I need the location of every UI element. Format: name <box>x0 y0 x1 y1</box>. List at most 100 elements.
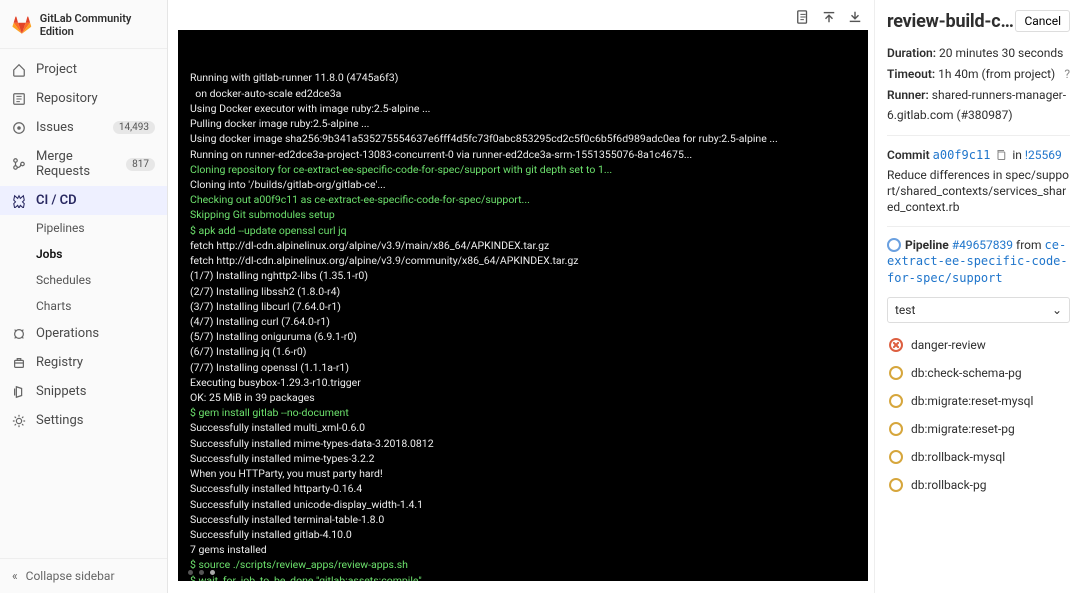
raw-log-icon[interactable] <box>796 10 810 24</box>
commit-label: Commit <box>887 148 930 162</box>
commit-sha-link[interactable]: a00f9c11 <box>933 148 991 162</box>
terminal-line: $ gem install gitlab --no-document <box>190 405 856 420</box>
terminal-line: Checking out a00f9c11 as ce-extract-ee-s… <box>190 192 856 207</box>
sidebar-subitem-jobs[interactable]: Jobs <box>36 241 167 267</box>
sidebar-item-operations[interactable]: Operations <box>0 319 167 348</box>
chevron-down-icon: ⌄ <box>1052 303 1062 317</box>
pipeline-id-link[interactable]: #49657839 <box>952 238 1013 252</box>
sidebar: GitLab Community Edition Project Reposito… <box>0 0 168 593</box>
terminal-line: fetch http://dl-cdn.alpinelinux.org/alpi… <box>190 238 856 253</box>
terminal-line: $ source ./scripts/review_apps/review-ap… <box>190 557 856 572</box>
terminal-line: When you HTTParty, you must party hard! <box>190 466 856 481</box>
job-item[interactable]: db:rollback-pg <box>887 471 1070 499</box>
sidebar-subitem-pipelines[interactable]: Pipelines <box>36 215 167 241</box>
job-status-icon <box>889 450 903 464</box>
nav-icon <box>12 414 26 428</box>
job-name: db:migrate:reset-pg <box>911 422 1015 436</box>
carousel-dots <box>188 570 215 575</box>
job-title: review-build-cng <box>887 11 1015 32</box>
job-name: danger-review <box>911 338 986 352</box>
collapse-sidebar-button[interactable]: « Collapse sidebar <box>0 558 167 593</box>
nav-icon <box>12 63 26 77</box>
sidebar-badge: 14,493 <box>113 121 155 134</box>
job-item[interactable]: db:check-schema-pg <box>887 359 1070 387</box>
job-name: db:rollback-pg <box>911 478 986 492</box>
pipeline-label: Pipeline <box>905 238 949 252</box>
sidebar-item-project[interactable]: Project <box>0 55 167 84</box>
job-item[interactable]: db:migrate:reset-mysql <box>887 387 1070 415</box>
terminal-line: (7/7) Installing openssl (1.1.1a-r1) <box>190 360 856 375</box>
terminal-line: Successfully installed mime-types-3.2.2 <box>190 451 856 466</box>
job-item[interactable]: db:migrate:reset-pg <box>887 415 1070 443</box>
sidebar-badge: 817 <box>126 158 155 171</box>
cancel-button[interactable]: Cancel <box>1015 10 1070 32</box>
terminal-line: Using docker image sha256:9b341a53527555… <box>190 131 856 146</box>
terminal-line: (3/7) Installing libcurl (7.64.0-r1) <box>190 299 856 314</box>
timeout-help-icon[interactable]: ? <box>1064 65 1070 84</box>
terminal-line: Successfully installed unicode-display_w… <box>190 497 856 512</box>
stage-selected: test <box>895 303 915 317</box>
sidebar-header: GitLab Community Edition <box>0 0 167 49</box>
terminal-line: Successfully installed mime-types-data-3… <box>190 436 856 451</box>
sidebar-subitem-charts[interactable]: Charts <box>36 293 167 319</box>
terminal-line: $ apk add --update openssl curl jq <box>190 223 856 238</box>
sidebar-item-registry[interactable]: Registry <box>0 348 167 377</box>
terminal-line: Successfully installed multi_xml-0.6.0 <box>190 420 856 435</box>
sidebar-subitem-schedules[interactable]: Schedules <box>36 267 167 293</box>
sidebar-item-label: Merge Requests <box>36 149 116 179</box>
terminal-output[interactable]: Running with gitlab-runner 11.8.0 (4745a… <box>178 30 868 581</box>
runner-label: Runner: <box>887 88 929 102</box>
job-status-icon <box>889 394 903 408</box>
terminal-line: Cloning into '/builds/gitlab-org/gitlab-… <box>190 177 856 192</box>
pipeline-from: from <box>1016 238 1042 252</box>
terminal-line: Successfully installed gitlab-4.10.0 <box>190 527 856 542</box>
terminal-line: Pulling docker image ruby:2.5-alpine ... <box>190 116 856 131</box>
sidebar-item-label: Operations <box>36 326 99 341</box>
duration-label: Duration: <box>887 46 936 60</box>
terminal-line: Executing busybox-1.29.3-r10.trigger <box>190 375 856 390</box>
terminal-line: Successfully installed terminal-table-1.… <box>190 512 856 527</box>
terminal-line: Running on runner-ed2dce3a-project-13083… <box>190 147 856 162</box>
terminal-toolbar <box>178 10 868 30</box>
stage-selector[interactable]: test ⌄ <box>887 297 1070 323</box>
job-item[interactable]: db:rollback-mysql <box>887 443 1070 471</box>
terminal-line: on docker-auto-scale ed2dce3a <box>190 86 856 101</box>
terminal-line: (4/7) Installing curl (7.64.0-r1) <box>190 314 856 329</box>
job-status-icon <box>889 478 903 492</box>
terminal-line: (6/7) Installing jq (1.6-r0) <box>190 344 856 359</box>
pipeline-status-icon <box>887 238 901 252</box>
sidebar-item-repository[interactable]: Repository <box>0 84 167 113</box>
timeout-value: 1h 40m (from project) <box>938 67 1055 81</box>
job-name: db:migrate:reset-mysql <box>911 394 1033 408</box>
scroll-bottom-icon[interactable] <box>848 10 862 24</box>
duration-value: 20 minutes 30 seconds <box>939 46 1063 60</box>
job-name: db:check-schema-pg <box>911 366 1022 380</box>
copy-commit-icon[interactable] <box>995 149 1007 161</box>
sidebar-item-issues[interactable]: Issues 14,493 <box>0 113 167 142</box>
terminal-line: $ wait_for_job_to_be_done "gitlab:assets… <box>190 573 856 581</box>
terminal-panel: Running with gitlab-runner 11.8.0 (4745a… <box>168 0 874 593</box>
terminal-line: 7 gems installed <box>190 542 856 557</box>
terminal-line: Using Docker executor with image ruby:2.… <box>190 101 856 116</box>
sidebar-item-label: Project <box>36 62 77 77</box>
sidebar-nav-list: Project Repository Issues 14,493 Merge Reque… <box>0 49 167 441</box>
app-title: GitLab Community Edition <box>40 12 155 38</box>
nav-icon <box>12 92 26 106</box>
terminal-line: Successfully installed httparty-0.16.4 <box>190 481 856 496</box>
sidebar-item-label: Snippets <box>36 384 87 399</box>
sidebar-item-merge-requests[interactable]: Merge Requests 817 <box>0 142 167 186</box>
terminal-line: Skipping Git submodules setup <box>190 207 856 222</box>
scroll-top-icon[interactable] <box>822 10 836 24</box>
sidebar-item-label: Registry <box>36 355 83 370</box>
collapse-icon: « <box>12 569 18 583</box>
terminal-line: (1/7) Installing nghttp2-libs (1.35.1-r0… <box>190 268 856 283</box>
gitlab-logo-icon <box>12 14 32 36</box>
nav-icon <box>12 356 26 370</box>
sidebar-item-settings[interactable]: Settings <box>0 406 167 435</box>
main-content: Running with gitlab-runner 11.8.0 (4745a… <box>168 0 1080 593</box>
job-item[interactable]: danger-review <box>887 331 1070 359</box>
merge-request-link[interactable]: !25569 <box>1025 148 1062 162</box>
sidebar-item-label: Issues <box>36 120 74 135</box>
sidebar-item-ci-cd[interactable]: CI / CD <box>0 186 167 215</box>
sidebar-item-snippets[interactable]: Snippets <box>0 377 167 406</box>
